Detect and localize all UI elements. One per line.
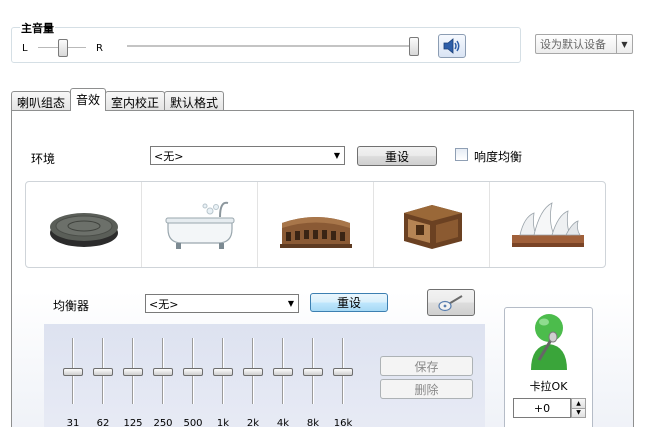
colosseum-icon xyxy=(279,216,352,248)
equalizer-reset-button[interactable]: 重设 xyxy=(310,293,388,312)
divider xyxy=(444,132,445,176)
eq-save-button[interactable]: 保存 xyxy=(380,356,473,376)
environment-select-value: <无> xyxy=(154,149,184,163)
environment-preset-gallery xyxy=(25,181,606,268)
equalizer-label: 均衡器 xyxy=(53,299,90,313)
balance-left-label: L xyxy=(22,43,28,54)
master-volume-title: 主音量 xyxy=(20,20,55,36)
chevron-down-icon[interactable]: ▼ xyxy=(616,35,632,53)
tab-room-correction[interactable]: 室内校正 xyxy=(105,91,166,111)
set-default-device-label: 设为默认设备 xyxy=(540,38,606,51)
eq-band-slider[interactable] xyxy=(303,338,323,404)
eq-band-slider[interactable] xyxy=(63,338,83,404)
eq-band-label: 16k xyxy=(333,418,353,427)
mute-button[interactable] xyxy=(438,34,466,58)
equalizer-select[interactable]: <无> ▼ xyxy=(145,294,299,313)
karaoke-value-input[interactable]: +0 xyxy=(513,398,571,418)
environment-select[interactable]: <无> ▼ xyxy=(150,146,345,165)
tab-default-format[interactable]: 默认格式 xyxy=(164,91,225,111)
eq-band-slider[interactable] xyxy=(123,338,143,404)
divider xyxy=(36,282,596,283)
eq-band-slider[interactable] xyxy=(273,338,293,404)
eq-band-label: 4k xyxy=(276,418,290,427)
eq-band-slider[interactable] xyxy=(93,338,113,404)
eq-band-slider[interactable] xyxy=(183,338,203,404)
eq-band-slider[interactable] xyxy=(153,338,173,404)
balance-right-label: R xyxy=(96,43,103,54)
set-default-device-button[interactable]: 设为默认设备 ▼ xyxy=(535,34,633,54)
eq-band-label: 250 xyxy=(153,418,173,427)
environment-reset-button[interactable]: 重设 xyxy=(357,146,437,166)
chevron-down-icon: ▼ xyxy=(333,151,341,160)
balance-slider-thumb[interactable] xyxy=(58,39,68,57)
volume-slider-thumb[interactable] xyxy=(409,37,419,56)
spin-down-icon[interactable]: ▼ xyxy=(572,408,585,417)
eq-band-slider[interactable] xyxy=(243,338,263,404)
environment-preset-item[interactable] xyxy=(142,182,258,267)
eq-band-label: 1k xyxy=(216,418,230,427)
chevron-down-icon: ▼ xyxy=(287,299,295,308)
eq-band-label: 125 xyxy=(123,418,143,427)
stone-disc-icon xyxy=(49,212,118,247)
loudness-label: 响度均衡 xyxy=(474,150,523,164)
tab-speaker-config[interactable]: 喇叭组态 xyxy=(11,91,72,111)
environment-preset-item[interactable] xyxy=(258,182,374,267)
karaoke-spinner[interactable]: ▲ ▼ xyxy=(571,398,586,418)
karaoke-singer-icon xyxy=(531,314,567,370)
wooden-box-icon xyxy=(403,204,462,249)
karaoke-panel: 卡拉OK +0 ▲ ▼ xyxy=(504,307,593,427)
eq-band-label: 31 xyxy=(66,418,80,427)
bathtub-icon xyxy=(165,201,234,249)
environment-preset-item[interactable] xyxy=(490,182,605,267)
eq-band-label: 2k xyxy=(246,418,260,427)
eq-band-slider[interactable] xyxy=(333,338,353,404)
environment-label: 环境 xyxy=(31,152,56,166)
eq-band-label: 62 xyxy=(96,418,110,427)
volume-slider-track[interactable] xyxy=(127,45,419,48)
eq-delete-button[interactable]: 删除 xyxy=(380,379,473,399)
opera-house-icon xyxy=(511,201,584,247)
eq-band-label: 500 xyxy=(183,418,203,427)
guitar-icon xyxy=(438,294,463,311)
spin-up-icon[interactable]: ▲ xyxy=(572,399,585,409)
environment-preset-item[interactable] xyxy=(26,182,142,267)
equalizer-select-value: <无> xyxy=(149,297,179,311)
tab-effects[interactable]: 音效 xyxy=(70,88,107,111)
eq-band-slider[interactable] xyxy=(213,338,233,404)
eq-band-label: 8k xyxy=(306,418,320,427)
environment-preset-item[interactable] xyxy=(374,182,490,267)
tab-strip: 喇叭组态 音效 室内校正 默认格式 xyxy=(11,88,225,111)
loudness-checkbox[interactable] xyxy=(455,148,468,161)
speaker-icon xyxy=(443,38,460,54)
equalizer-graphic-button[interactable] xyxy=(427,289,475,316)
karaoke-label: 卡拉OK xyxy=(529,380,568,393)
